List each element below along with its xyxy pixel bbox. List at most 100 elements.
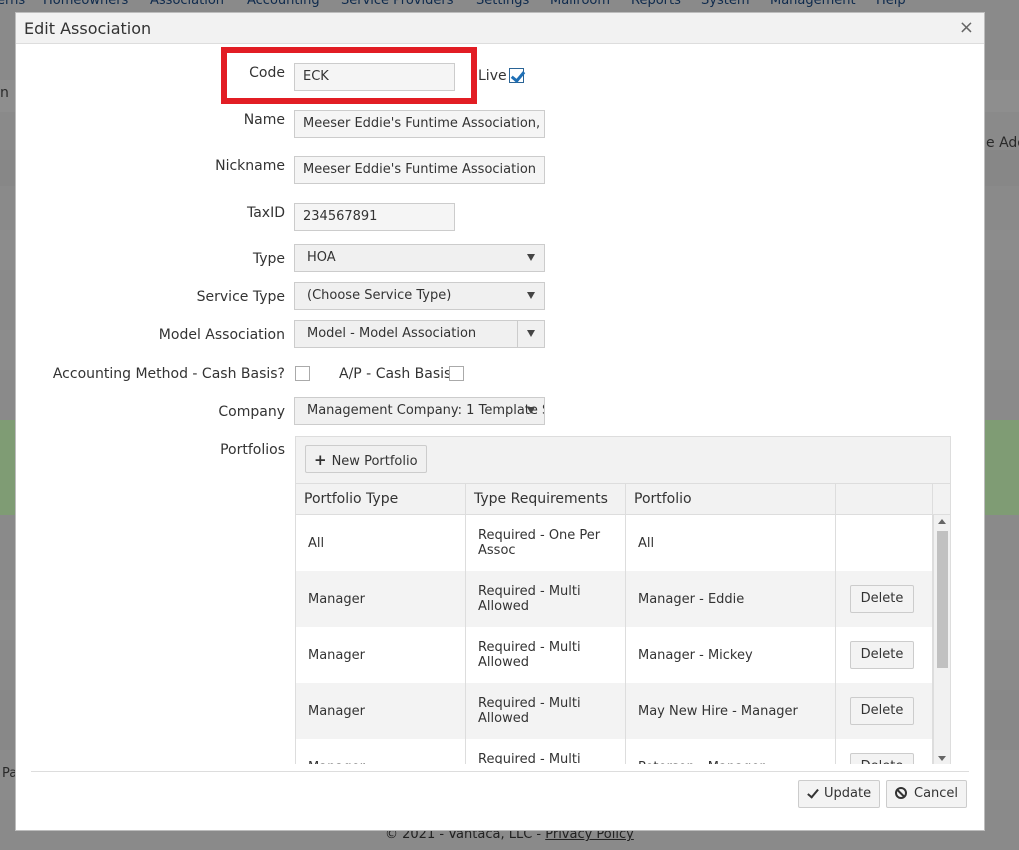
update-button[interactable]: Update <box>798 780 881 808</box>
actions-cell: Delete <box>836 739 933 764</box>
taxid-input[interactable]: 234567891 <box>294 203 455 231</box>
column-header-portfolio[interactable]: Portfolio <box>626 484 836 515</box>
type-label: Type <box>252 251 285 267</box>
plus-icon: + <box>314 451 327 469</box>
portfolio-type-cell: Manager <box>296 571 466 627</box>
actions-cell: Delete <box>836 627 933 683</box>
bg-nav-item: erns <box>0 0 26 8</box>
scrollbar-thumb[interactable] <box>937 531 948 668</box>
bg-fragment: e Ado <box>986 135 1019 151</box>
type-requirements-cell: Required - Multi Allowed <box>466 739 626 764</box>
bg-nav-item: Management <box>770 0 856 8</box>
table-row: Manager Required - Multi Allowed Manager… <box>296 627 933 683</box>
live-label: Live <box>478 68 507 84</box>
name-input[interactable]: Meeser Eddie's Funtime Association, LLC <box>294 110 545 138</box>
delete-button[interactable]: Delete <box>850 585 914 613</box>
footer-divider <box>31 771 969 772</box>
model-association-select[interactable]: Model - Model Association <box>294 320 545 348</box>
portfolio-cell: Manager - Eddie <box>626 571 836 627</box>
bg-nav-item: Service Providers <box>341 0 454 8</box>
column-header-type-requirements[interactable]: Type Requirements <box>466 484 626 515</box>
portfolios-label: Portfolios <box>220 442 285 458</box>
type-select-value: HOA <box>307 250 336 265</box>
service-type-select[interactable]: (Choose Service Type) <box>294 282 545 310</box>
close-icon[interactable]: × <box>959 17 974 38</box>
scroll-up-icon[interactable] <box>938 519 946 524</box>
background-nav-bar: erns Homeowners Association Accounting S… <box>0 0 1019 10</box>
portfolios-grid: Portfolio Type Type Requirements Portfol… <box>296 483 950 764</box>
bg-nav-item: Reports <box>631 0 681 8</box>
cancel-button[interactable]: Cancel <box>886 780 968 808</box>
cancel-label: Cancel <box>914 786 959 801</box>
grid-body: All Required - One Per Assoc All Manager… <box>296 515 933 764</box>
chevron-down-icon <box>527 330 535 337</box>
nickname-input[interactable]: Meeser Eddie's Funtime Association <box>294 156 545 184</box>
model-association-select-value: Model - Model Association <box>307 326 477 341</box>
portfolio-cell: Peterson - Manager <box>626 739 836 764</box>
portfolio-type-cell: All <box>296 515 466 571</box>
table-row: Manager Required - Multi Allowed Manager… <box>296 571 933 627</box>
table-row: Manager Required - Multi Allowed Peterso… <box>296 739 933 764</box>
chevron-down-icon <box>527 254 535 261</box>
table-row: Manager Required - Multi Allowed May New… <box>296 683 933 739</box>
portfolio-type-cell: Manager <box>296 683 466 739</box>
code-highlight-box <box>221 47 477 104</box>
actions-cell: Delete <box>836 683 933 739</box>
update-label: Update <box>824 786 872 801</box>
delete-button[interactable]: Delete <box>850 697 914 725</box>
modal-title: Edit Association <box>24 19 152 38</box>
new-portfolio-button[interactable]: + New Portfolio <box>305 445 427 473</box>
accounting-method-label: Accounting Method - Cash Basis? <box>52 366 285 382</box>
nickname-label: Nickname <box>215 158 285 174</box>
edit-association-modal: Edit Association × Code ECK Live Name Me… <box>15 12 985 831</box>
portfolio-cell: All <box>626 515 836 571</box>
cancel-icon <box>895 787 907 799</box>
chevron-down-icon <box>527 292 535 299</box>
column-header-portfolio-type[interactable]: Portfolio Type <box>296 484 466 515</box>
type-requirements-cell: Required - Multi Allowed <box>466 627 626 683</box>
type-select[interactable]: HOA <box>294 244 545 272</box>
company-label: Company <box>218 404 285 420</box>
grid-scrollbar[interactable] <box>933 515 950 764</box>
type-requirements-cell: Required - One Per Assoc <box>466 515 626 571</box>
type-requirements-cell: Required - Multi Allowed <box>466 683 626 739</box>
actions-cell: Delete <box>836 571 933 627</box>
table-row: All Required - One Per Assoc All <box>296 515 933 571</box>
bg-nav-item: Homeowners <box>43 0 129 8</box>
company-select[interactable]: Management Company: 1 Template Str <box>294 397 545 425</box>
chevron-down-icon <box>527 407 535 414</box>
live-checkbox[interactable] <box>509 68 524 83</box>
scroll-down-icon[interactable] <box>938 756 946 761</box>
bg-nav-item: Help <box>876 0 906 8</box>
bg-fragment: n <box>0 85 9 101</box>
actions-cell <box>836 515 933 571</box>
portfolios-panel: + New Portfolio Portfolio Type Type Requi… <box>295 436 951 764</box>
ap-cash-basis-label: A/P - Cash Basis <box>339 366 452 382</box>
bg-nav-item: Association <box>150 0 225 8</box>
bg-nav-item: Accounting <box>247 0 320 8</box>
modal-header: Edit Association × <box>16 13 984 44</box>
column-header-actions <box>836 484 933 515</box>
delete-button[interactable]: Delete <box>850 641 914 669</box>
portfolio-cell: Manager - Mickey <box>626 627 836 683</box>
delete-button[interactable]: Delete <box>850 753 914 764</box>
ap-cash-basis-checkbox[interactable] <box>449 366 464 381</box>
accounting-method-checkbox[interactable] <box>295 366 310 381</box>
grid-header: Portfolio Type Type Requirements Portfol… <box>296 484 950 515</box>
bg-nav-item: Mailroom <box>550 0 611 8</box>
service-type-select-value: (Choose Service Type) <box>307 288 452 303</box>
model-association-label: Model Association <box>158 327 285 343</box>
bg-nav-item: Settings <box>476 0 530 8</box>
select-divider <box>517 321 518 347</box>
portfolio-type-cell: Manager <box>296 739 466 764</box>
bg-nav-item: System <box>701 0 750 8</box>
portfolio-type-cell: Manager <box>296 627 466 683</box>
portfolio-cell: May New Hire - Manager <box>626 683 836 739</box>
taxid-label: TaxID <box>246 205 285 221</box>
new-portfolio-label: New Portfolio <box>331 454 418 469</box>
service-type-label: Service Type <box>196 289 285 305</box>
check-icon <box>807 786 819 799</box>
name-label: Name <box>243 112 285 128</box>
company-select-value: Management Company: 1 Template Str <box>307 403 545 418</box>
type-requirements-cell: Required - Multi Allowed <box>466 571 626 627</box>
